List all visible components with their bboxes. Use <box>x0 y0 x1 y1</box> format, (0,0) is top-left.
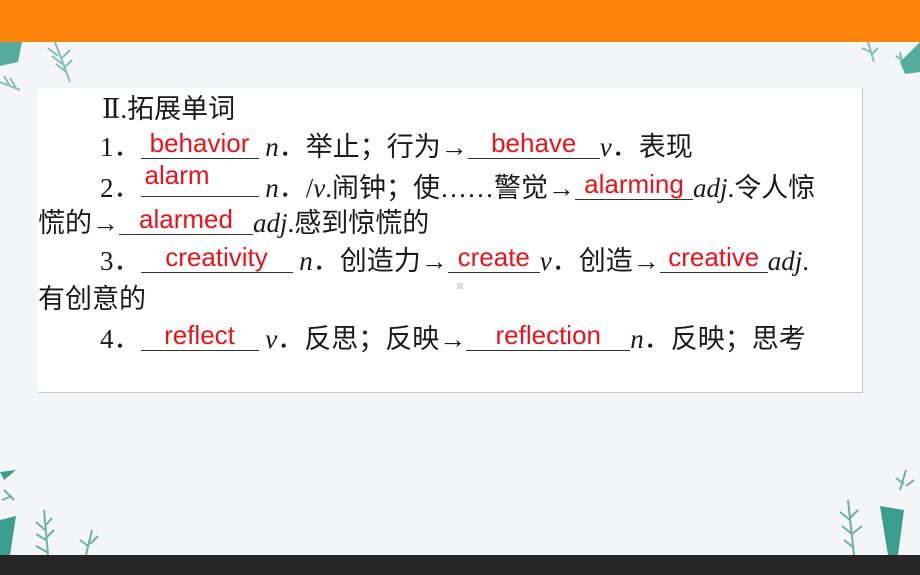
part-of-speech: n <box>265 132 279 162</box>
leaf-decoration-bottom-right-icon <box>840 469 915 555</box>
answer-blank: alarm <box>140 160 259 197</box>
item-number: 4． <box>100 324 141 354</box>
leaf-decoration-bottom-left-icon <box>0 470 99 555</box>
answer-text: alarming <box>584 169 684 199</box>
part-of-speech: v <box>265 324 278 354</box>
part-of-speech: adj <box>253 208 288 238</box>
answer-text: create <box>457 242 530 272</box>
section-heading: Ⅱ.拓展单词 <box>102 94 236 124</box>
vocab-item-4: 4． reflect v．反思；反映→ reflection n．反映；思考 <box>38 320 806 358</box>
definition: ．创造力→ <box>312 246 448 276</box>
definition: ．反思；反映→ <box>277 324 467 354</box>
slide-marker <box>457 283 463 289</box>
definition: .令人惊 <box>727 173 816 203</box>
answer-text: reflection <box>495 320 601 350</box>
definition: 有创意的 <box>38 284 146 314</box>
answer-text: behave <box>491 128 577 158</box>
answer-text: creativity <box>165 242 268 272</box>
answer-text: reflect <box>164 320 235 350</box>
answer-blank: create <box>447 242 540 273</box>
top-accent-bar <box>0 0 920 42</box>
answer-text: behavior <box>149 128 250 158</box>
definition: . <box>802 246 809 276</box>
definition: ．反映；思考 <box>643 324 806 354</box>
answer-blank: alarming <box>575 169 693 200</box>
part-of-speech: adj <box>693 173 728 203</box>
answer-blank: creativity <box>140 242 293 273</box>
vocab-item-2-continued: 慌的→ alarmed adj.感到惊慌的 <box>38 204 429 242</box>
answer-blank: behavior <box>140 128 259 159</box>
answer-blank: creative <box>659 242 768 273</box>
definition: ．/ <box>278 173 314 203</box>
item-number: 2． <box>100 173 141 203</box>
part-of-speech: n <box>630 324 644 354</box>
bottom-bar <box>0 555 920 575</box>
definition: ．举止；行为→ <box>278 132 468 162</box>
leaf-decoration-top-right-icon <box>861 42 920 74</box>
vocab-item-1: 1． behavior n．举止；行为→ behave v．表现 <box>38 128 693 166</box>
vocabulary-card: Ⅱ.拓展单词 1． behavior n．举止；行为→ behave v．表现 2． a… <box>38 88 863 393</box>
part-of-speech: adj <box>767 246 803 276</box>
part-of-speech: v <box>539 246 552 276</box>
answer-blank: reflection <box>466 320 631 351</box>
answer-text: creative <box>668 242 760 272</box>
part-of-speech: v <box>313 173 326 203</box>
part-of-speech: n <box>265 173 279 203</box>
part-of-speech: v <box>599 132 612 162</box>
item-number: 1． <box>100 132 141 162</box>
answer-blank: alarmed <box>119 204 253 235</box>
vocab-item-3: 3． creativity n．创造力→ create v．创造→ creative ad… <box>38 242 809 280</box>
answer-blank: reflect <box>140 320 259 351</box>
definition: ．表现 <box>611 132 693 162</box>
vocab-item-3-continued: 有创意的 <box>38 280 146 318</box>
answer-text: alarmed <box>139 204 233 234</box>
definition: ．创造→ <box>551 246 660 276</box>
vocab-item-2: 2． alarm n．/v.闹钟；使……警觉→ alarming adj.令人惊 <box>38 160 816 207</box>
part-of-speech: n <box>299 246 313 276</box>
answer-blank: behave <box>467 128 600 159</box>
definition: .感到惊慌的 <box>287 208 430 238</box>
definition: 慌的→ <box>38 208 119 238</box>
item-number: 3． <box>100 246 141 276</box>
answer-text: alarm <box>144 160 210 190</box>
definition: .闹钟；使……警觉→ <box>325 173 575 203</box>
